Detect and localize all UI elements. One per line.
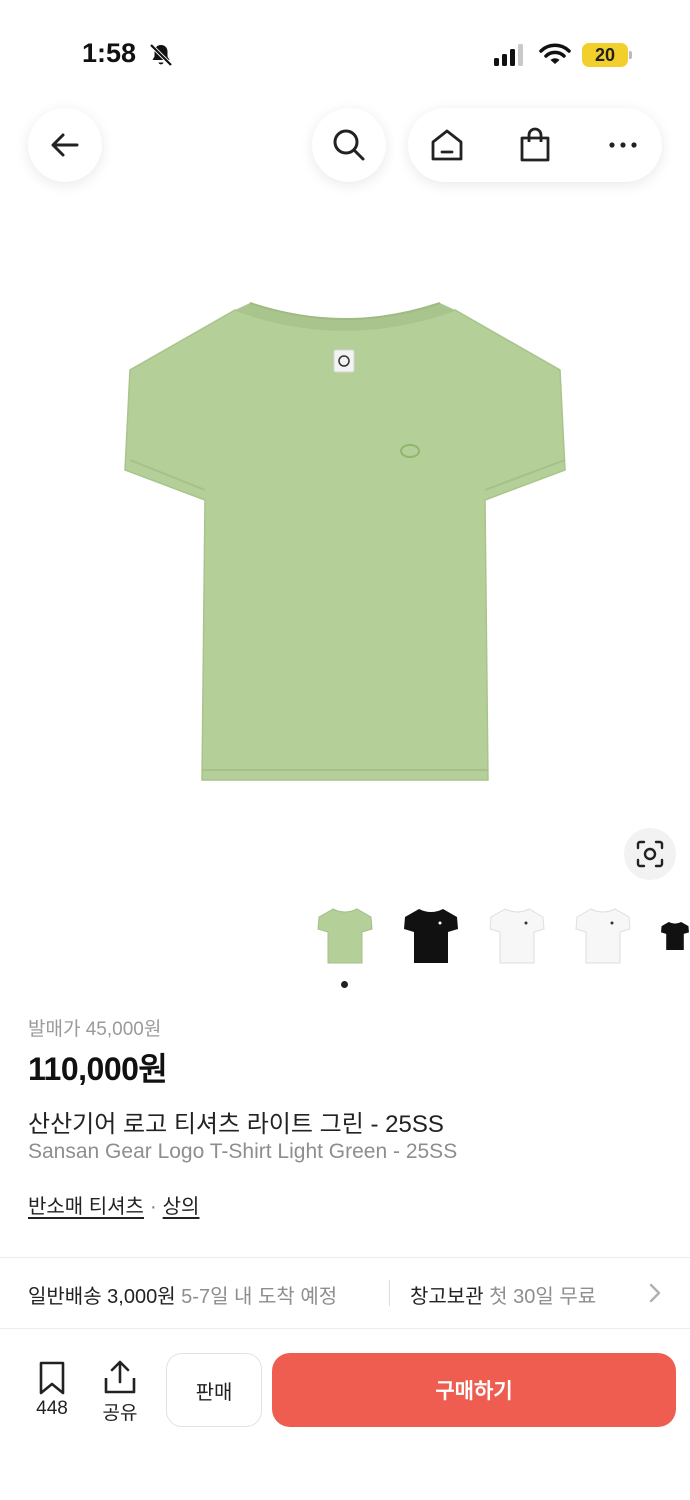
home-icon <box>431 129 463 161</box>
wifi-icon <box>539 43 571 64</box>
nav-action-group <box>408 108 662 182</box>
image-search-button[interactable] <box>624 828 676 880</box>
bookmark-icon <box>39 1361 65 1395</box>
shopping-bag-icon <box>520 127 550 162</box>
home-button[interactable] <box>410 108 484 182</box>
signal-icon <box>494 44 523 66</box>
tshirt-thumbnail <box>489 908 545 964</box>
product-title-en: Sansan Gear Logo T-Shirt Light Green - 2… <box>28 1140 458 1163</box>
bell-muted-icon <box>149 43 173 67</box>
bookmark-button[interactable]: 448 <box>30 1360 74 1424</box>
battery-indicator: 20 <box>582 43 628 67</box>
category-link-short-sleeve[interactable]: 반소매 티셔츠 <box>28 1196 144 1218</box>
thumbnail-white-2[interactable] <box>568 900 638 972</box>
search-button[interactable] <box>312 108 386 182</box>
shipping-info[interactable]: 일반배송 3,000원 5-7일 내 도착 예정 <box>28 1280 337 1309</box>
shipping-eta: 5-7일 내 도착 예정 <box>181 1286 338 1308</box>
tshirt-thumbnail <box>661 922 689 950</box>
thumbnail-white[interactable] <box>482 900 552 972</box>
storage-label: 창고보관 <box>410 1286 484 1308</box>
tshirt-thumbnail <box>404 909 458 963</box>
category-separator: · <box>149 1196 157 1218</box>
storage-note: 첫 30일 무료 <box>489 1286 597 1308</box>
divider-vertical <box>389 1280 390 1306</box>
share-button[interactable]: 공유 <box>98 1360 142 1424</box>
carousel-indicator <box>341 981 348 988</box>
category-link-tops[interactable]: 상의 <box>163 1196 200 1218</box>
divider <box>0 1328 690 1329</box>
tshirt-thumbnail <box>575 908 631 964</box>
storage-info[interactable]: 창고보관 첫 30일 무료 <box>410 1280 596 1309</box>
search-icon <box>333 129 365 161</box>
back-button[interactable] <box>28 108 102 182</box>
status-time: 1:58 <box>82 38 137 68</box>
chevron-right-icon[interactable] <box>644 1281 666 1305</box>
thumbnail-black-2[interactable] <box>654 900 690 972</box>
buy-button[interactable]: 구매하기 <box>272 1353 676 1427</box>
scan-icon <box>636 840 664 868</box>
thumbnail-black[interactable] <box>396 900 466 972</box>
category-breadcrumb: 반소매 티셔츠 · 상의 <box>28 1190 199 1219</box>
sell-button[interactable]: 판매 <box>166 1353 262 1427</box>
product-image <box>124 302 566 781</box>
battery-tip <box>629 51 632 59</box>
shipping-label: 일반배송 3,000원 <box>28 1286 176 1308</box>
divider <box>0 1257 690 1258</box>
cart-button[interactable] <box>498 108 572 182</box>
share-icon <box>104 1360 136 1394</box>
more-icon <box>609 142 637 148</box>
thumbnail-light-green[interactable] <box>310 900 380 972</box>
bookmark-count: 448 <box>36 1398 68 1419</box>
original-price: 발매가 45,000원 <box>28 1019 162 1040</box>
more-button[interactable] <box>586 108 660 182</box>
product-price: 110,000원 <box>28 1051 168 1087</box>
tshirt-thumbnail <box>317 908 373 964</box>
product-title: 산산기어 로고 티셔츠 라이트 그린 - 25SS <box>28 1111 444 1138</box>
back-arrow-icon <box>51 133 79 157</box>
share-label: 공유 <box>102 1403 138 1424</box>
